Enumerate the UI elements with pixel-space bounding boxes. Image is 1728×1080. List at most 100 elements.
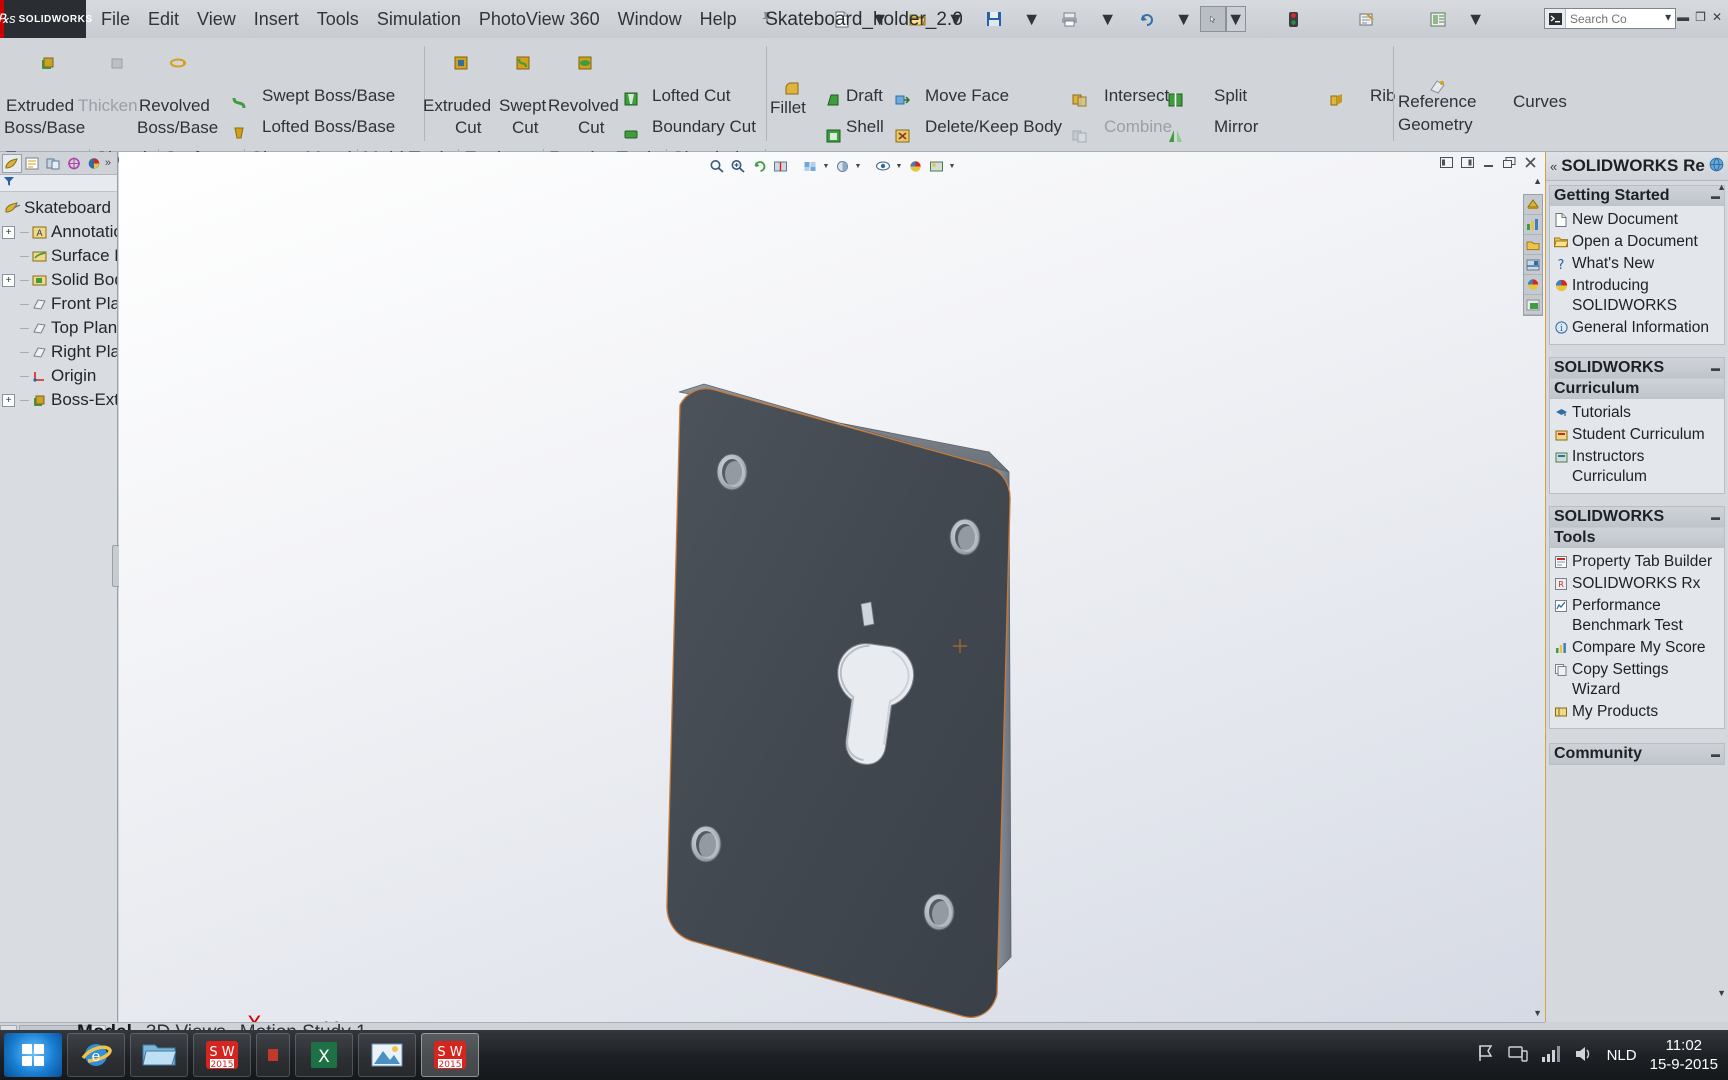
section-community-title[interactable]: Community ▬ bbox=[1550, 744, 1724, 764]
feature-tree-filter[interactable] bbox=[0, 175, 117, 192]
help-dropdown-icon[interactable]: ▾ bbox=[1665, 10, 1671, 24]
swept-cut-icon[interactable] bbox=[516, 56, 531, 71]
display-manager-tab[interactable] bbox=[84, 154, 104, 173]
start-button[interactable] bbox=[4, 1033, 62, 1077]
shell-icon[interactable] bbox=[826, 129, 841, 144]
lofted-cut-icon[interactable] bbox=[624, 92, 639, 107]
split-icon[interactable] bbox=[1168, 93, 1183, 108]
unknown-taskbar-button[interactable] bbox=[256, 1033, 290, 1077]
curves-label[interactable]: Curves bbox=[1513, 92, 1567, 112]
fillet-icon[interactable] bbox=[784, 82, 799, 97]
tree-item-top-plane[interactable]: ─ Top Plane bbox=[0, 316, 117, 340]
fillet-label[interactable]: Fillet bbox=[770, 98, 806, 118]
revolved-cut-icon[interactable] bbox=[578, 56, 593, 71]
search-box[interactable] bbox=[1544, 8, 1676, 29]
menu-help[interactable]: Help bbox=[691, 5, 746, 34]
expand-icon[interactable]: + bbox=[2, 273, 15, 287]
options-icon[interactable] bbox=[1344, 2, 1388, 36]
link-new-document[interactable]: New Document bbox=[1552, 209, 1722, 231]
extruded-boss-label1[interactable]: Extruded bbox=[6, 96, 74, 116]
swept-boss-icon[interactable] bbox=[232, 96, 247, 111]
link-performance-benchmark-test[interactable]: Performance Benchmark Test bbox=[1552, 595, 1722, 637]
window-restore-icon[interactable]: ❒ bbox=[1695, 10, 1706, 24]
task-pane-scroll-down-icon[interactable]: ▼ bbox=[1717, 988, 1726, 998]
search-input[interactable] bbox=[1566, 10, 1675, 27]
draft-icon[interactable] bbox=[826, 93, 841, 108]
tree-item-boss-extrude[interactable]: + ─ Boss-Extr bbox=[0, 388, 117, 412]
link-copy-settings-wizard[interactable]: Copy Settings Wizard bbox=[1552, 659, 1722, 701]
undo-dropdown-icon[interactable]: ▼ bbox=[1168, 2, 1200, 36]
feature-manager-tab[interactable] bbox=[2, 153, 22, 173]
expand-icon[interactable]: + bbox=[2, 393, 15, 407]
language-indicator[interactable]: NLD bbox=[1607, 1047, 1637, 1064]
new-document-dropdown-icon[interactable]: ▼ bbox=[864, 2, 896, 36]
new-document-icon[interactable] bbox=[820, 2, 864, 36]
tree-item-solid-bodies[interactable]: + ─ Solid Bod bbox=[0, 268, 117, 292]
sheet-properties-dropdown-icon[interactable]: ▼ bbox=[1460, 2, 1492, 36]
menu-tools[interactable]: Tools bbox=[308, 5, 368, 34]
rib-icon[interactable] bbox=[1329, 93, 1344, 108]
save-dropdown-icon[interactable]: ▼ bbox=[1016, 2, 1048, 36]
intersect-icon[interactable] bbox=[1072, 93, 1087, 108]
revolved-cut-label1[interactable]: Revolved bbox=[548, 96, 619, 116]
extruded-boss-icon[interactable] bbox=[40, 56, 55, 71]
select-dropdown-icon[interactable]: ▼ bbox=[1225, 6, 1246, 32]
network-device-icon[interactable] bbox=[1507, 1045, 1528, 1066]
link-compare-my-score[interactable]: Compare My Score bbox=[1552, 637, 1722, 659]
tree-item-surface-bodies[interactable]: ─ Surface B bbox=[0, 244, 117, 268]
delete-keep-body-icon[interactable] bbox=[895, 129, 910, 144]
section-getting-started-title[interactable]: Getting Started ▬ bbox=[1550, 186, 1724, 206]
section-collapse-icon[interactable]: ▬ bbox=[1711, 512, 1720, 522]
link-student-curriculum[interactable]: Student Curriculum bbox=[1552, 424, 1722, 446]
open-document-dropdown-icon[interactable]: ▼ bbox=[940, 2, 972, 36]
extruded-cut-icon[interactable] bbox=[454, 56, 469, 71]
menu-insert[interactable]: Insert bbox=[245, 5, 308, 34]
boundary-cut-icon[interactable] bbox=[624, 128, 639, 143]
section-collapse-icon[interactable]: ▬ bbox=[1711, 749, 1720, 759]
tree-item-part[interactable]: Skateboard bbox=[0, 196, 117, 220]
draft-label[interactable]: Draft bbox=[846, 86, 883, 106]
configuration-manager-tab[interactable] bbox=[43, 154, 63, 173]
menu-view[interactable]: View bbox=[188, 5, 245, 34]
menu-window[interactable]: Window bbox=[609, 5, 691, 34]
tree-item-front-plane[interactable]: ─ Front Plan bbox=[0, 292, 117, 316]
property-manager-tab[interactable] bbox=[23, 154, 43, 173]
boundary-cut-label[interactable]: Boundary Cut bbox=[652, 117, 756, 137]
task-pane-scroll-up-icon[interactable]: ▲ bbox=[1717, 182, 1726, 192]
link-my-products[interactable]: My Products bbox=[1552, 701, 1722, 723]
section-collapse-icon[interactable]: ▬ bbox=[1711, 363, 1720, 373]
link-instructors-curriculum[interactable]: Instructors Curriculum bbox=[1552, 446, 1722, 488]
reference-geometry-label2[interactable]: Geometry bbox=[1398, 115, 1473, 135]
link-tutorials[interactable]: Tutorials bbox=[1552, 402, 1722, 424]
link-introducing-solidworks[interactable]: Introducing SOLIDWORKS bbox=[1552, 275, 1722, 317]
link-property-tab-builder[interactable]: Property Tab Builder bbox=[1552, 551, 1722, 573]
section-tools-title[interactable]: SOLIDWORKS ▬ bbox=[1550, 507, 1724, 527]
window-close-icon[interactable]: ✕ bbox=[1712, 10, 1722, 24]
lofted-boss-icon[interactable] bbox=[232, 126, 247, 141]
solidworks-logo[interactable]: ℞s SOLIDWORKS bbox=[0, 0, 92, 38]
explorer-taskbar-button[interactable] bbox=[130, 1033, 188, 1077]
undo-icon[interactable] bbox=[1124, 2, 1168, 36]
solidworks-window-button[interactable]: S W 2015 bbox=[421, 1033, 479, 1077]
solidworks-taskbar-button[interactable]: S W 2015 bbox=[193, 1033, 251, 1077]
swept-cut-label2[interactable]: Cut bbox=[512, 118, 538, 138]
link-general-information[interactable]: i General Information bbox=[1552, 317, 1722, 339]
menu-file[interactable]: File bbox=[92, 5, 139, 34]
flag-icon[interactable] bbox=[1476, 1044, 1495, 1066]
section-curriculum-title[interactable]: SOLIDWORKS ▬ bbox=[1550, 358, 1724, 378]
extruded-boss-label2[interactable]: Boss/Base bbox=[4, 118, 85, 138]
shell-label[interactable]: Shell bbox=[846, 117, 884, 137]
revolved-cut-label2[interactable]: Cut bbox=[578, 118, 604, 138]
move-face-label[interactable]: Move Face bbox=[925, 86, 1009, 106]
intersect-label[interactable]: Intersect bbox=[1104, 86, 1169, 106]
lofted-cut-label[interactable]: Lofted Cut bbox=[652, 86, 730, 106]
rib-label[interactable]: Rib bbox=[1370, 86, 1396, 106]
excel-taskbar-button[interactable]: X bbox=[295, 1033, 353, 1077]
delete-keep-body-label[interactable]: Delete/Keep Body bbox=[925, 117, 1062, 137]
lofted-boss-label[interactable]: Lofted Boss/Base bbox=[262, 117, 395, 137]
swept-boss-label[interactable]: Swept Boss/Base bbox=[262, 86, 395, 106]
print-dropdown-icon[interactable]: ▼ bbox=[1092, 2, 1124, 36]
open-document-icon[interactable] bbox=[896, 2, 940, 36]
signal-icon[interactable] bbox=[1541, 1045, 1561, 1066]
collapse-icon[interactable]: « bbox=[1550, 159, 1557, 174]
